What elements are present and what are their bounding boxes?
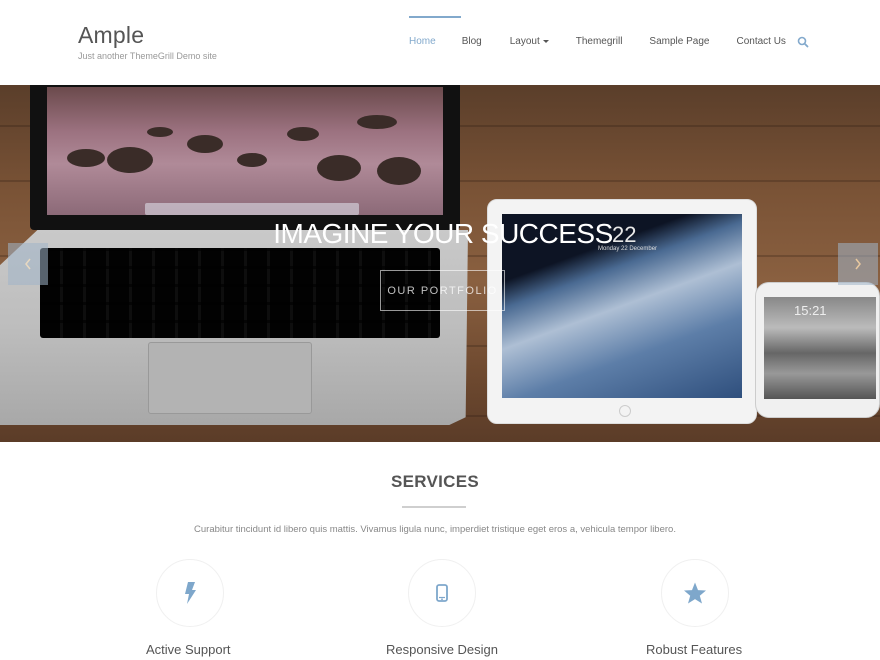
service-item-robust-features[interactable]: Robust Features (630, 557, 880, 660)
laptop-screen (30, 85, 460, 230)
hero-slider: 22 Monday 22 December 15:21 IMAGINE YOUR… (0, 85, 880, 442)
service-item-responsive-design[interactable]: Responsive Design (380, 557, 630, 660)
laptop-wallpaper (47, 87, 443, 215)
service-icon-circle (156, 559, 224, 627)
site-tagline: Just another ThemeGrill Demo site (78, 51, 217, 61)
rock (287, 127, 319, 141)
services-description: Curabitur tincidunt id libero quis matti… (194, 524, 676, 535)
rock (377, 157, 421, 185)
service-icon-circle (661, 559, 729, 627)
mobile-icon (436, 584, 448, 602)
service-item-active-support[interactable]: Active Support (130, 557, 380, 660)
laptop-dock (145, 203, 359, 215)
rock (147, 127, 173, 137)
caret-down-icon (542, 39, 549, 43)
services-title: SERVICES (390, 472, 480, 491)
rock (187, 135, 223, 153)
search-icon[interactable] (797, 35, 811, 49)
chevron-right-icon (855, 258, 861, 270)
tablet-home-button (619, 405, 631, 417)
nav-item-label: Home (409, 36, 436, 47)
our-portfolio-button[interactable]: OUR PORTFOLIO (380, 270, 505, 311)
nav-item-label: Layout (509, 36, 540, 47)
site-header: Ample Just another ThemeGrill Demo site … (0, 0, 880, 85)
nav-item-label: Contact Us (736, 36, 786, 47)
service-title: Robust Features (646, 642, 743, 657)
nav-item-sample-page[interactable]: Sample Page (649, 16, 709, 66)
service-icon-circle (408, 559, 476, 627)
phone-image: 15:21 (755, 282, 880, 418)
laptop-trackpad (148, 342, 312, 414)
rock (67, 149, 105, 167)
site-title[interactable]: Ample (78, 22, 144, 49)
phone-screen: 15:21 (764, 297, 876, 399)
rock (357, 115, 397, 129)
rock (107, 147, 153, 173)
rock (237, 153, 267, 167)
nav-item-label: Blog (461, 36, 482, 47)
nav-item-contact-us[interactable]: Contact Us (736, 16, 785, 66)
chevron-left-icon (25, 258, 31, 270)
nav-item-label: Sample Page (649, 36, 710, 47)
slider-next-button[interactable] (838, 243, 878, 285)
bolt-icon (185, 582, 196, 604)
nav-item-layout[interactable]: Layout (510, 16, 549, 66)
nav-item-blog[interactable]: Blog (462, 16, 482, 66)
main-nav: Home Blog Layout Themegrill Sample Page … (409, 16, 786, 66)
rock (317, 155, 361, 181)
section-divider (402, 506, 466, 508)
star-icon (684, 582, 706, 604)
service-title: Active Support (146, 642, 231, 657)
nav-item-themegrill[interactable]: Themegrill (576, 16, 623, 66)
phone-time: 15:21 (794, 303, 827, 318)
nav-item-label: Themegrill (575, 36, 623, 47)
service-title: Responsive Design (386, 642, 499, 657)
nav-item-home[interactable]: Home (409, 16, 461, 66)
slider-prev-button[interactable] (8, 243, 48, 285)
slider-caption: IMAGINE YOUR SUCCESS (273, 218, 613, 249)
